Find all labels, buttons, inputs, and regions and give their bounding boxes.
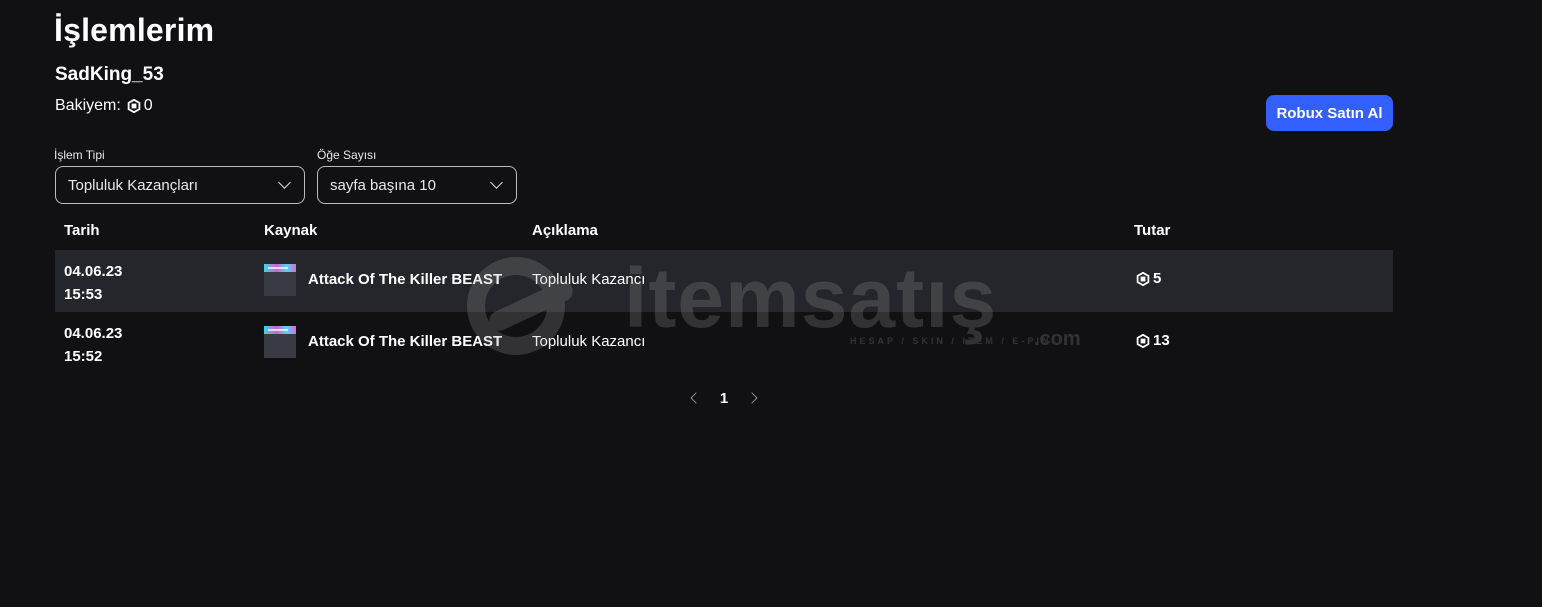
header-amount: Tutar [1134, 222, 1171, 239]
game-thumbnail[interactable] [264, 326, 296, 358]
transaction-type-select[interactable]: Topluluk Kazançları [55, 166, 305, 204]
chevron-down-icon [490, 176, 503, 189]
row-amount-value: 13 [1153, 332, 1170, 349]
item-count-value: sayfa başına 10 [330, 176, 436, 194]
row-time: 15:52 [64, 348, 103, 365]
current-page[interactable]: 1 [720, 390, 728, 407]
row-date: 04.06.23 [64, 325, 123, 342]
item-count-select[interactable]: sayfa başına 10 [317, 166, 517, 204]
page-title: İşlemlerim [54, 12, 215, 48]
header-description: Açıklama [532, 222, 598, 239]
transactions-page: İşlemlerim SadKing_53 Bakiyem: 0 Robux S… [0, 0, 1542, 607]
header-date: Tarih [64, 222, 100, 239]
row-datetime: 04.06.23 15:52 [64, 322, 122, 368]
row-amount-value: 5 [1153, 270, 1162, 287]
table-row: 04.06.23 15:52 Attack Of The Killer BEAS… [55, 312, 1393, 374]
pagination: 1 [686, 386, 762, 410]
row-amount: 5 [1136, 270, 1161, 287]
balance: Bakiyem: 0 [55, 97, 153, 115]
transaction-type-value: Topluluk Kazançları [68, 176, 199, 194]
table-row: 04.06.23 15:53 Attack Of The Killer BEAS… [55, 250, 1393, 312]
transaction-type-label: İşlem Tipi [54, 148, 105, 162]
row-source[interactable]: Attack Of The Killer BEAST [308, 333, 502, 350]
row-date: 04.06.23 [64, 263, 123, 280]
row-time: 15:53 [64, 286, 103, 303]
row-datetime: 04.06.23 15:53 [64, 260, 122, 306]
row-source[interactable]: Attack Of The Killer BEAST [308, 271, 502, 288]
row-description: Topluluk Kazancı [532, 271, 646, 288]
robux-icon [127, 99, 141, 113]
robux-icon [1136, 333, 1150, 348]
transactions-table: Tarih Kaynak Açıklama Tutar 04.06.23 15:… [55, 216, 1393, 374]
row-description: Topluluk Kazancı [532, 333, 646, 350]
chevron-right-icon[interactable] [746, 392, 758, 404]
username: SadKing_53 [55, 64, 164, 85]
row-amount: 13 [1136, 332, 1170, 349]
balance-value: 0 [143, 97, 153, 114]
item-count-label: Öğe Sayısı [317, 148, 377, 162]
chevron-down-icon [278, 176, 291, 189]
header-source: Kaynak [264, 222, 318, 239]
chevron-left-icon[interactable] [690, 392, 702, 404]
buy-robux-button[interactable]: Robux Satın Al [1266, 95, 1393, 131]
game-thumbnail[interactable] [264, 264, 296, 296]
balance-label: Bakiyem: [55, 97, 121, 114]
robux-icon [1136, 271, 1150, 286]
table-header: Tarih Kaynak Açıklama Tutar [55, 216, 1393, 250]
